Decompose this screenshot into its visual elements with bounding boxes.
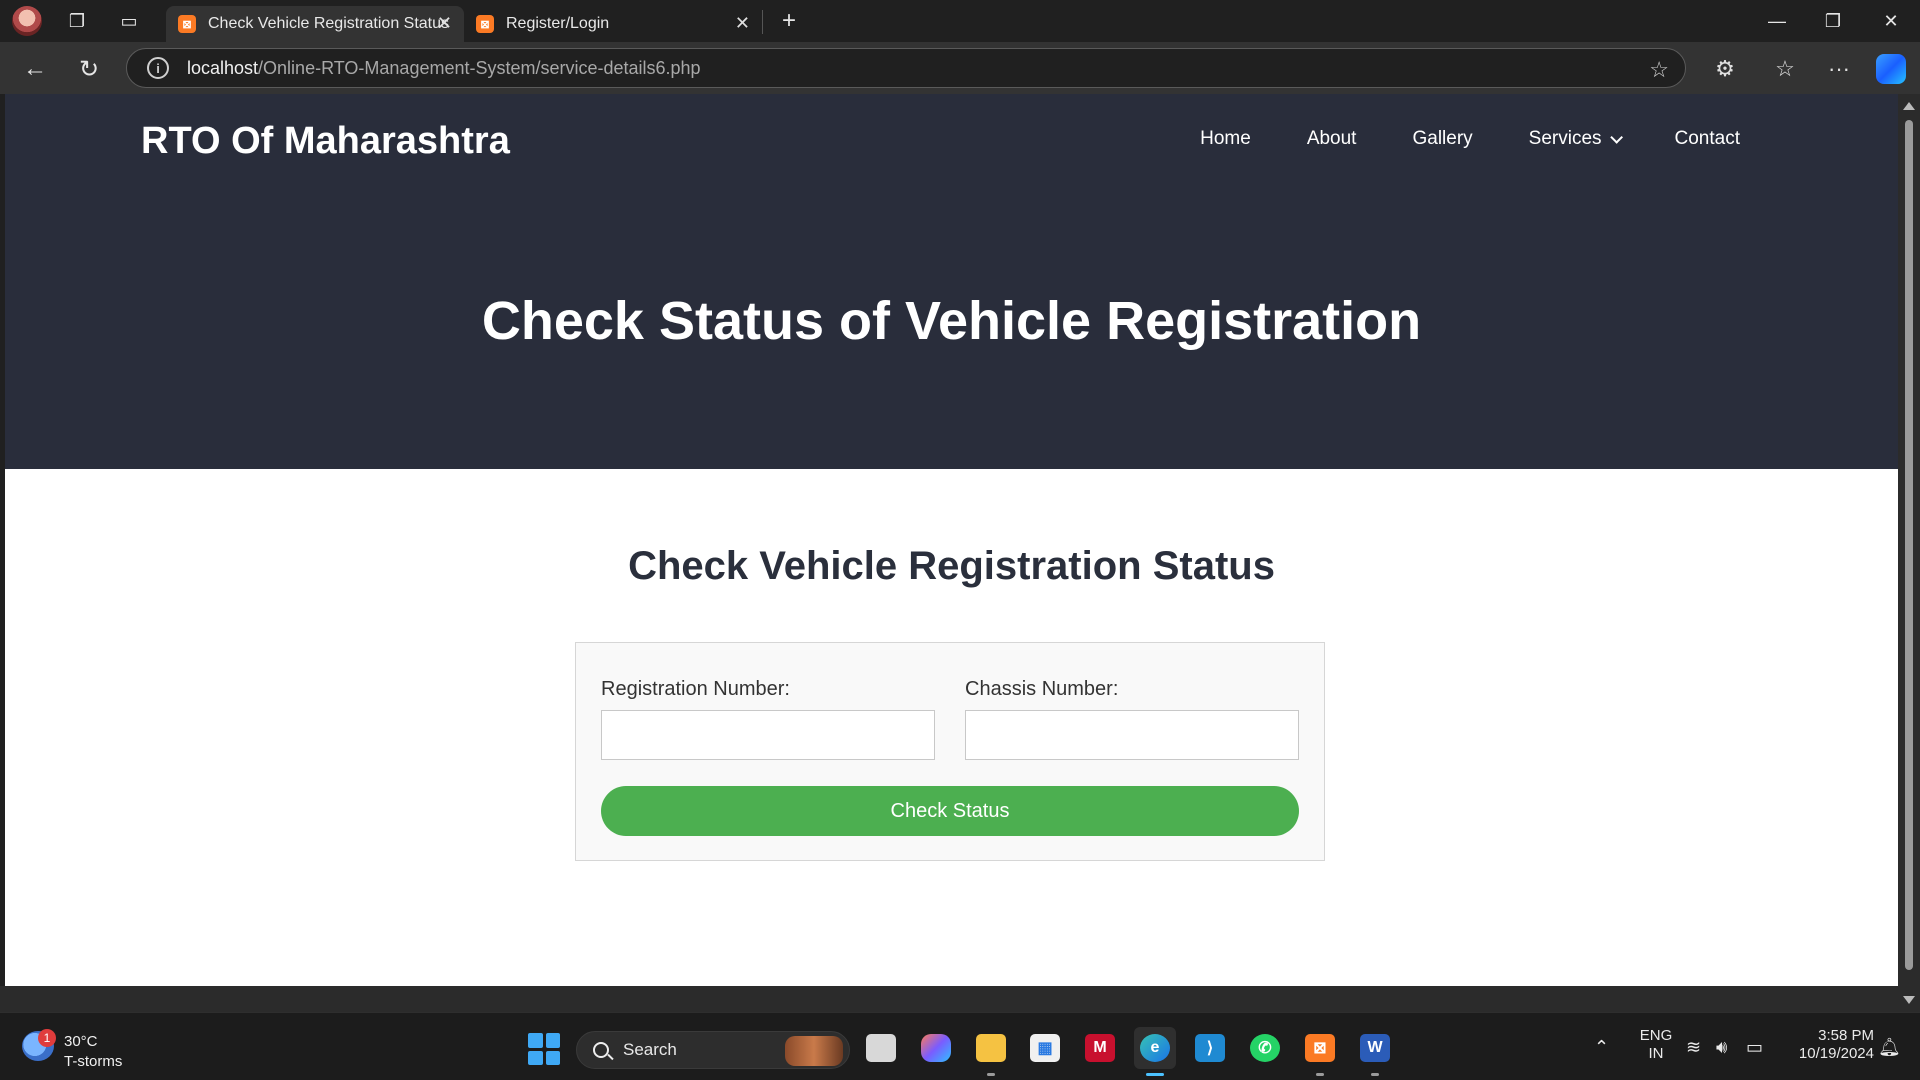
chassis-number-input[interactable] xyxy=(965,710,1299,760)
language-bottom: IN xyxy=(1648,1045,1664,1062)
battery-icon[interactable]: ▭ xyxy=(1746,1037,1763,1058)
tray-chevron-up-icon[interactable]: ⌃ xyxy=(1594,1037,1609,1058)
windows-taskbar: 1 30°C T-storms Search ▦ M e ⟩ ✆ ⊠ W ⌃ E… xyxy=(0,1012,1920,1080)
close-window-icon[interactable]: ✕ xyxy=(1868,6,1914,36)
new-tab-button[interactable]: + xyxy=(776,7,802,34)
edge-browser-icon[interactable]: e xyxy=(1134,1027,1176,1069)
nav-gallery[interactable]: Gallery xyxy=(1412,128,1472,150)
nav-services[interactable]: Services xyxy=(1528,128,1623,150)
task-view-icon[interactable] xyxy=(860,1027,902,1069)
scroll-down-arrow-icon[interactable] xyxy=(1903,996,1915,1004)
page-scrollbar[interactable] xyxy=(1898,94,1920,1012)
copilot-icon[interactable] xyxy=(1876,54,1906,84)
clock[interactable]: 3:58 PM 10/19/2024 xyxy=(1780,1027,1874,1063)
search-label: Search xyxy=(623,1040,677,1059)
running-indicator xyxy=(987,1073,995,1076)
site-brand[interactable]: RTO Of Maharashtra xyxy=(141,120,510,163)
whatsapp-icon[interactable]: ✆ xyxy=(1244,1027,1286,1069)
xampp-favicon-icon: ⊠ xyxy=(476,15,494,33)
main-nav: Home About Gallery Services Contact xyxy=(1200,128,1740,150)
back-arrow-icon[interactable]: ← xyxy=(18,52,52,86)
clock-date: 10/19/2024 xyxy=(1798,1045,1874,1062)
favorites-icon[interactable]: ☆ xyxy=(1770,54,1800,84)
tab-close-icon[interactable]: ✕ xyxy=(437,13,452,34)
url-text: localhost/Online-RTO-Management-System/s… xyxy=(187,57,701,78)
minimize-icon[interactable]: — xyxy=(1754,6,1800,36)
file-explorer-icon[interactable] xyxy=(970,1027,1012,1069)
restore-icon[interactable]: ❐ xyxy=(1810,6,1856,36)
running-indicator xyxy=(1371,1073,1379,1076)
clock-time: 3:58 PM xyxy=(1818,1027,1874,1044)
tab-separator xyxy=(762,10,763,34)
nav-contact[interactable]: Contact xyxy=(1675,128,1740,150)
reload-icon[interactable]: ↻ xyxy=(72,52,106,86)
tab-title: Register/Login xyxy=(506,15,610,32)
scroll-thumb[interactable] xyxy=(1905,120,1913,970)
tab-register-login[interactable]: ⊠ Register/Login ✕ xyxy=(464,6,762,42)
nav-services-label: Services xyxy=(1528,128,1602,149)
nav-about[interactable]: About xyxy=(1307,128,1357,150)
mcafee-icon[interactable]: M xyxy=(1079,1027,1121,1069)
microsoft-store-icon[interactable]: ▦ xyxy=(1024,1027,1066,1069)
search-icon xyxy=(593,1042,609,1058)
language-indicator[interactable]: ENG IN xyxy=(1634,1027,1678,1063)
page-viewport: RTO Of Maharashtra Home About Gallery Se… xyxy=(5,94,1898,986)
registration-number-input[interactable] xyxy=(601,710,935,760)
scroll-up-arrow-icon[interactable] xyxy=(1903,102,1915,110)
windows-start-icon[interactable] xyxy=(528,1033,560,1065)
address-bar[interactable]: i localhost/Online-RTO-Management-System… xyxy=(126,48,1686,88)
workspaces-icon[interactable]: ❐ xyxy=(64,8,90,34)
profile-avatar[interactable] xyxy=(12,6,42,36)
favorite-star-icon[interactable]: ☆ xyxy=(1649,57,1669,83)
chassis-number-label: Chassis Number: xyxy=(965,678,1119,700)
weather-alert-badge: 1 xyxy=(38,1029,56,1047)
site-info-icon[interactable]: i xyxy=(147,57,169,79)
xampp-favicon-icon: ⊠ xyxy=(178,15,196,33)
volume-icon[interactable]: 🔊︎ xyxy=(1716,1037,1727,1058)
section-title: Check Vehicle Registration Status xyxy=(628,544,1275,588)
weather-description[interactable]: T-storms xyxy=(64,1053,122,1070)
extensions-icon[interactable]: ⚙ xyxy=(1710,54,1740,84)
browser-titlebar: ❐ ▭ ⊠ Check Vehicle Registration Status … xyxy=(0,0,1920,42)
nav-home[interactable]: Home xyxy=(1200,128,1251,150)
more-options-icon[interactable]: ··· xyxy=(1824,54,1854,84)
xampp-icon[interactable]: ⊠ xyxy=(1299,1027,1341,1069)
registration-number-label: Registration Number: xyxy=(601,678,790,700)
check-status-button[interactable]: Check Status xyxy=(601,786,1299,836)
browser-toolbar: ← ↻ i localhost/Online-RTO-Management-Sy… xyxy=(0,42,1920,94)
running-indicator-active xyxy=(1146,1073,1164,1076)
weather-temperature[interactable]: 30°C xyxy=(64,1033,98,1050)
hero-title: Check Status of Vehicle Registration xyxy=(481,291,1422,351)
word-icon[interactable]: W xyxy=(1354,1027,1396,1069)
search-highlight-image xyxy=(785,1036,843,1066)
copilot-app-icon[interactable] xyxy=(915,1027,957,1069)
vertical-tabs-icon[interactable]: ▭ xyxy=(116,8,142,34)
notification-bell-icon[interactable]: 🔔︎ xyxy=(1878,1037,1901,1058)
language-top: ENG xyxy=(1639,1027,1673,1044)
tab-close-icon[interactable]: ✕ xyxy=(735,13,750,34)
vscode-icon[interactable]: ⟩ xyxy=(1189,1027,1231,1069)
chevron-down-icon xyxy=(1609,130,1623,144)
tab-title: Check Vehicle Registration Status xyxy=(208,15,450,32)
status-form: Registration Number: Chassis Number: Che… xyxy=(575,642,1325,861)
taskbar-search[interactable]: Search xyxy=(576,1031,850,1069)
tab-check-vehicle-registration[interactable]: ⊠ Check Vehicle Registration Status ✕ xyxy=(166,6,464,42)
hero-header: RTO Of Maharashtra Home About Gallery Se… xyxy=(5,94,1898,469)
running-indicator xyxy=(1316,1073,1324,1076)
window-bottom-edge xyxy=(0,986,1898,1012)
wifi-icon[interactable]: ≋ xyxy=(1686,1037,1701,1058)
